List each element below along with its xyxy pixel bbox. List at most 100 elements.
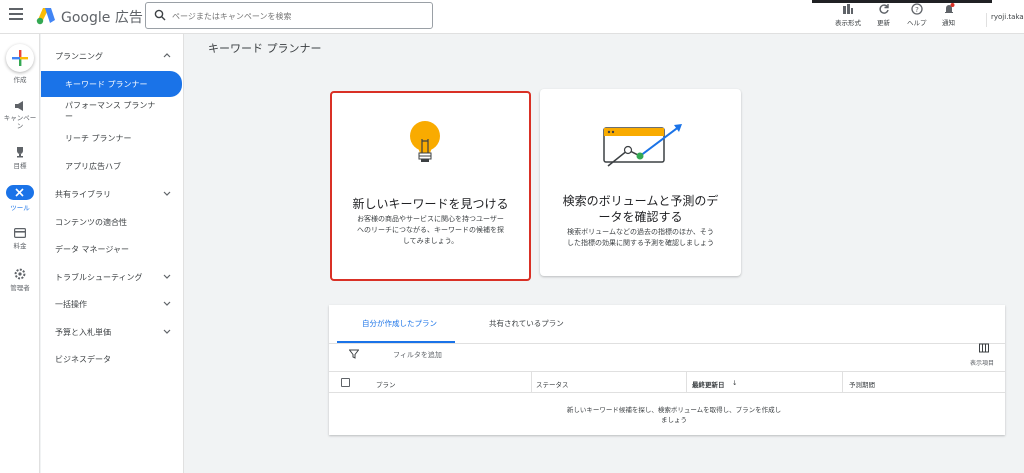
svg-text:?: ? — [915, 6, 919, 14]
chevron-up-icon — [163, 53, 171, 58]
discover-keywords-desc-2: へのリーチにつながる、キーワードの候補を探 — [357, 226, 504, 234]
header-plan[interactable]: プラン — [376, 379, 396, 389]
chart-icon — [843, 4, 853, 14]
nav-budgets-bids-label: 予算と入札単価 — [55, 328, 111, 337]
refresh-button[interactable]: 更新 — [877, 3, 890, 27]
nav-bulk-actions[interactable]: 一括操作 — [41, 299, 184, 311]
empty-state-line-2: ましょう — [661, 416, 687, 424]
rail-campaigns[interactable]: キャンペーン — [0, 100, 40, 130]
appearance-label: 表示形式 — [835, 19, 861, 27]
search-input[interactable] — [172, 7, 422, 25]
header-divider — [686, 372, 687, 393]
help-icon: ? — [911, 3, 923, 15]
tab-my-plans[interactable]: 自分が作成したプラン — [362, 318, 437, 329]
brand-name: Google 広告 — [61, 10, 143, 26]
plus-icon — [12, 50, 28, 66]
chevron-down-icon — [163, 191, 171, 196]
account-name[interactable]: ryoji.taka — [986, 13, 1024, 27]
nav-performance-planner-label-cont: ー — [65, 112, 73, 121]
nav-app-ad-hub[interactable]: アプリ広告ハブ — [41, 161, 184, 173]
discover-keywords-title: 新しいキーワードを見つける — [352, 197, 509, 211]
nav-performance-planner-cont[interactable]: ー — [41, 111, 184, 123]
nav-content-suitability-label: コンテンツの適合性 — [55, 218, 127, 227]
create-button[interactable] — [6, 44, 34, 72]
card-icon — [14, 228, 26, 238]
page-title: キーワード プランナー — [208, 42, 322, 55]
refresh-label: 更新 — [877, 19, 890, 27]
nav-planning[interactable]: プランニング — [41, 51, 184, 63]
rail-campaigns-label: キャンペーン — [3, 114, 37, 130]
nav-data-manager-label: データ マネージャー — [55, 245, 129, 254]
nav-shared-library[interactable]: 共有ライブラリ — [41, 189, 184, 201]
help-button[interactable]: ? ヘルプ — [907, 3, 927, 27]
bell-icon — [944, 3, 954, 13]
gear-icon — [14, 268, 26, 280]
rail-admin-label: 管理者 — [10, 284, 30, 292]
side-nav: プランニング キーワード プランナー パフォーマンス プランナ ー リーチ プラ… — [41, 34, 184, 473]
empty-state-line-1: 新しいキーワード候補を探し、検索ボリュームを取得し、プランを作成し — [566, 406, 782, 414]
discover-keywords-desc-3: してみましょう。 — [402, 237, 459, 245]
appearance-button[interactable]: 表示形式 — [835, 3, 861, 27]
icon-rail: 作成 キャンペーン 目標 ツール 料金 管理者 — [0, 34, 40, 473]
nav-bulk-actions-label: 一括操作 — [55, 300, 87, 309]
empty-state-message: 新しいキーワード候補を探し、検索ボリュームを取得し、プランを作成し ましょう — [529, 405, 819, 425]
plans-panel: 自分が作成したプラン 共有されているプラン フィルタを追加 表示項目 プラン ス… — [329, 305, 1005, 435]
header-last-updated[interactable]: 最終更新日 — [692, 379, 725, 389]
nav-troubleshooting-label: トラブルシューティング — [55, 273, 143, 282]
tabs-divider — [329, 343, 1005, 344]
header-divider — [531, 372, 532, 393]
tools-icon — [15, 188, 24, 197]
forecast-chart-icon — [603, 124, 682, 167]
top-bar: Google 広告 表示形式 更新 ? ヘルプ 通知 — [0, 0, 1024, 34]
nav-keyword-planner[interactable]: キーワード プランナー — [41, 71, 182, 97]
add-filter-button[interactable]: フィルタを追加 — [393, 350, 442, 360]
nav-shared-library-label: 共有ライブラリ — [55, 190, 111, 199]
columns-label[interactable]: 表示項目 — [970, 358, 994, 367]
nav-reach-planner-label: リーチ プランナー — [65, 134, 132, 143]
header-divider — [842, 372, 843, 393]
header-status[interactable]: ステータス — [536, 379, 569, 389]
tools-active-pill — [6, 185, 34, 200]
trophy-icon — [17, 147, 23, 158]
forecast-card[interactable]: 検索のボリュームと予測のデ ータを確認する 検索ボリュームなどの過去の指標のほか… — [540, 89, 741, 276]
filter-icon[interactable] — [349, 349, 359, 359]
nav-reach-planner[interactable]: リーチ プランナー — [41, 133, 184, 145]
rail-billing-label: 料金 — [13, 242, 27, 250]
nav-troubleshooting[interactable]: トラブルシューティング — [41, 272, 184, 284]
nav-performance-planner-label: パフォーマンス プランナ — [65, 101, 156, 110]
rail-admin[interactable]: 管理者 — [0, 268, 40, 292]
sort-arrow-icon[interactable]: ↓ — [732, 379, 737, 387]
help-label: ヘルプ — [907, 19, 927, 27]
nav-content-suitability[interactable]: コンテンツの適合性 — [41, 217, 184, 229]
discover-keywords-desc-1: お客様の商品やサービスに関心を持つユーザー — [357, 215, 504, 223]
plans-table-header: プラン ステータス 最終更新日 ↓ 予測期間 — [329, 371, 1005, 393]
nav-budgets-bids[interactable]: 予算と入札単価 — [41, 327, 184, 339]
nav-planning-label: プランニング — [55, 52, 103, 61]
nav-keyword-planner-label: キーワード プランナー — [65, 80, 148, 89]
nav-data-manager[interactable]: データ マネージャー — [41, 244, 184, 256]
menu-icon[interactable] — [9, 8, 23, 20]
rail-goals[interactable]: 目標 — [0, 146, 40, 170]
search-icon — [154, 9, 166, 21]
nav-app-ad-hub-label: アプリ広告ハブ — [65, 162, 121, 171]
rail-tools[interactable]: ツール — [0, 185, 40, 212]
forecast-title-1: 検索のボリュームと予測のデ — [562, 194, 719, 208]
rail-tools-label: ツール — [10, 204, 30, 212]
header-forecast-period[interactable]: 予測期間 — [849, 379, 875, 389]
nav-business-data[interactable]: ビジネスデータ — [41, 354, 184, 366]
lightbulb-icon — [410, 121, 440, 162]
discover-keywords-card[interactable]: 新しいキーワードを見つける お客様の商品やサービスに関心を持つユーザー へのリー… — [330, 91, 531, 281]
megaphone-icon — [15, 101, 23, 111]
rail-create[interactable]: 作成 — [0, 44, 40, 84]
rail-goals-label: 目標 — [13, 162, 27, 170]
notifications-button[interactable]: 通知 — [942, 3, 955, 27]
nav-business-data-label: ビジネスデータ — [55, 355, 111, 364]
columns-icon[interactable] — [979, 343, 989, 353]
google-ads-logo[interactable] — [36, 6, 56, 26]
rail-billing[interactable]: 料金 — [0, 228, 40, 250]
chevron-down-icon — [163, 274, 171, 279]
tab-shared-plans[interactable]: 共有されているプラン — [489, 318, 564, 329]
select-all-checkbox[interactable] — [341, 378, 350, 387]
chevron-down-icon — [163, 301, 171, 306]
search-box[interactable] — [145, 2, 433, 29]
